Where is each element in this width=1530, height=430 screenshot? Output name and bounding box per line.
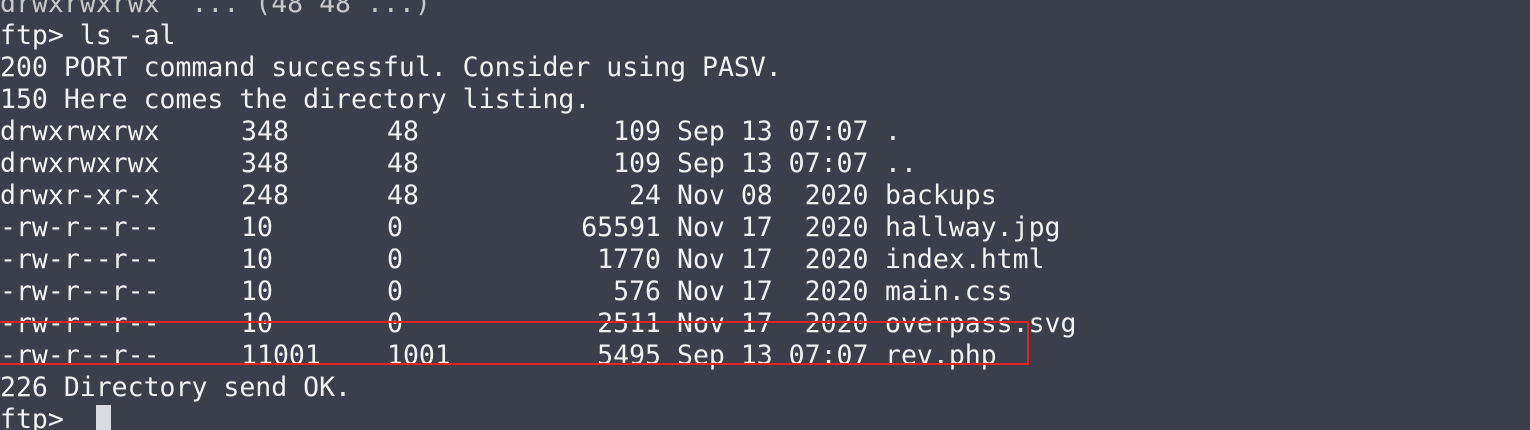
group: 1001 (387, 340, 451, 371)
modified-date: Nov 17 2020 (677, 308, 869, 339)
file-size: 24 (629, 180, 661, 211)
file-name: hallway.jpg (885, 212, 1061, 243)
group: 48 (387, 180, 419, 211)
permissions: drwxrwxrwx (0, 116, 160, 147)
file-size: 109 (613, 148, 661, 179)
file-name: . (885, 116, 901, 147)
prompt-text: ftp> (0, 404, 80, 430)
permissions: -rw-r--r-- (0, 340, 160, 371)
file-size: 65591 (581, 212, 661, 243)
owner: 48 (257, 180, 289, 211)
directory-listing: drwxrwxrwx 3 48 48 109 Sep 13 07:07 . dr… (0, 116, 1076, 372)
modified-date: Nov 08 2020 (677, 180, 869, 211)
listing-row: drwxrwxrwx 3 48 48 109 Sep 13 07:07 .. (0, 148, 1076, 180)
link-count: 1 (241, 212, 257, 243)
file-name: rev.php (885, 340, 997, 371)
listing-row: drwxr-xr-x 2 48 48 24 Nov 08 2020 backup… (0, 180, 1076, 212)
group: 0 (387, 308, 403, 339)
file-name: overpass.svg (885, 308, 1077, 339)
file-size: 2511 (597, 308, 661, 339)
terminal-line-done-status: 226 Directory send OK. (0, 372, 351, 403)
group: 48 (387, 148, 419, 179)
modified-date: Sep 13 07:07 (677, 340, 869, 371)
listing-row: drwxrwxrwx 3 48 48 109 Sep 13 07:07 . (0, 116, 1076, 148)
file-size: 5495 (597, 340, 661, 371)
listing-row-highlighted: -rw-r--r-- 1 1001 1001 5495 Sep 13 07:07… (0, 340, 1076, 372)
modified-date: Nov 17 2020 (677, 276, 869, 307)
owner: 48 (257, 116, 289, 147)
owner: 0 (257, 308, 273, 339)
terminal-line-port-status: 200 PORT command successful. Consider us… (0, 52, 782, 83)
owner: 1001 (257, 340, 321, 371)
file-name: .. (885, 148, 917, 179)
listing-row: -rw-r--r-- 1 0 0 65591 Nov 17 2020 hallw… (0, 212, 1076, 244)
owner: 48 (257, 148, 289, 179)
terminal-prompt-line[interactable]: ftp> (0, 404, 1076, 430)
listing-row: -rw-r--r-- 1 0 0 2511 Nov 17 2020 overpa… (0, 308, 1076, 340)
permissions: drwxrwxrwx (0, 148, 160, 179)
permissions: drwxr-xr-x (0, 180, 160, 211)
owner: 0 (257, 212, 273, 243)
file-size: 576 (613, 276, 661, 307)
permissions: -rw-r--r-- (0, 276, 160, 307)
link-count: 1 (241, 308, 257, 339)
group: 0 (387, 276, 403, 307)
file-size: 109 (613, 116, 661, 147)
terminal-line-listing-status: 150 Here comes the directory listing. (0, 84, 591, 115)
listing-row: -rw-r--r-- 1 0 0 1770 Nov 17 2020 index.… (0, 244, 1076, 276)
group: 0 (387, 212, 403, 243)
owner: 0 (257, 276, 273, 307)
listing-row: -rw-r--r-- 1 0 0 576 Nov 17 2020 main.cs… (0, 276, 1076, 308)
terminal-line-partial: drwxrwxrwx ... (48 48 ...) (0, 0, 431, 19)
modified-date: Sep 13 07:07 (677, 148, 869, 179)
group: 48 (387, 116, 419, 147)
link-count: 2 (241, 180, 257, 211)
file-name: main.css (885, 276, 1013, 307)
permissions: -rw-r--r-- (0, 308, 160, 339)
file-name: backups (885, 180, 997, 211)
text-cursor[interactable] (95, 405, 111, 430)
owner: 0 (257, 244, 273, 275)
file-size: 1770 (597, 244, 661, 275)
modified-date: Nov 17 2020 (677, 244, 869, 275)
link-count: 1 (241, 276, 257, 307)
terminal-output: drwxrwxrwx ... (48 48 ...) ftp> ls -al 2… (0, 0, 1076, 430)
modified-date: Sep 13 07:07 (677, 116, 869, 147)
link-count: 3 (241, 148, 257, 179)
link-count: 1 (241, 244, 257, 275)
permissions: -rw-r--r-- (0, 212, 160, 243)
permissions: -rw-r--r-- (0, 244, 160, 275)
link-count: 1 (241, 340, 257, 371)
group: 0 (387, 244, 403, 275)
terminal-window[interactable]: drwxrwxrwx ... (48 48 ...) ftp> ls -al 2… (0, 0, 1530, 430)
file-name: index.html (885, 244, 1045, 275)
modified-date: Nov 17 2020 (677, 212, 869, 243)
terminal-line-command: ftp> ls -al (0, 20, 176, 51)
link-count: 3 (241, 116, 257, 147)
